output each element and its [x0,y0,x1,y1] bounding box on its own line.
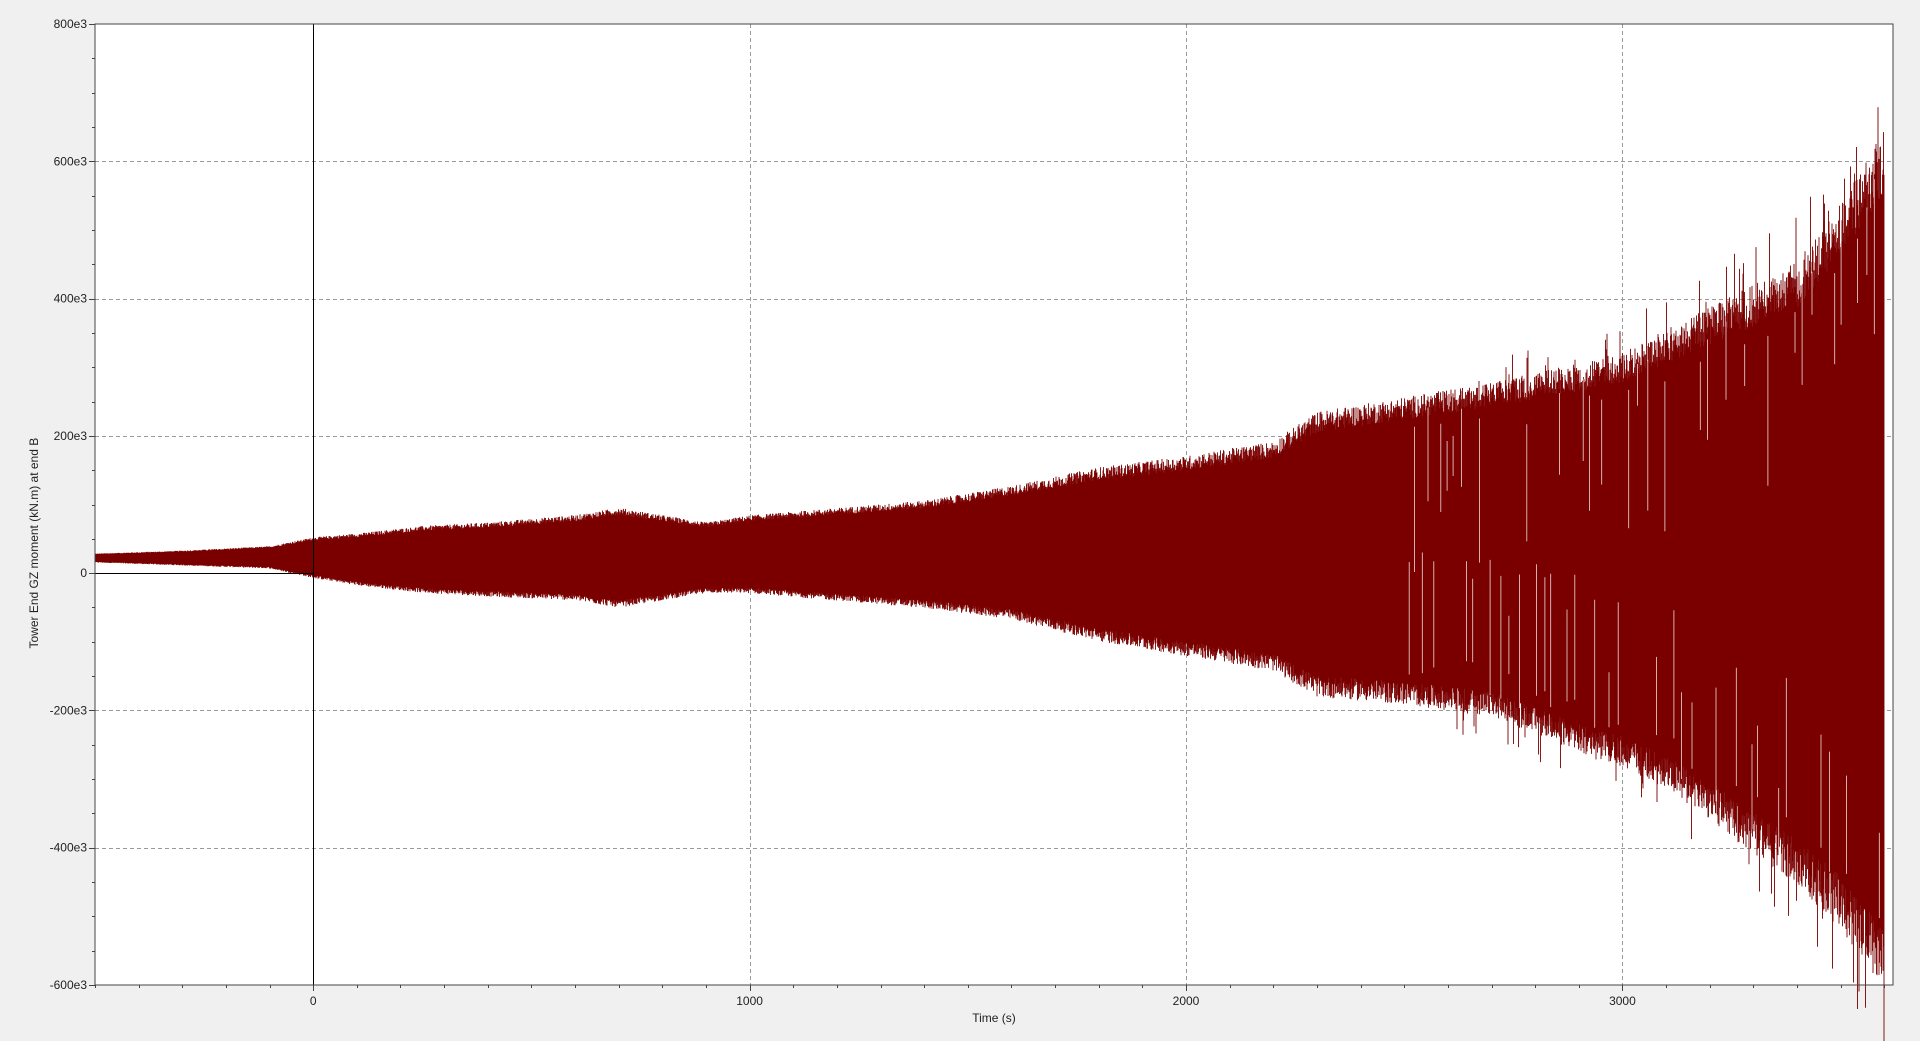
y-tick-label: -400e3 [50,841,88,855]
x-axis: 0 1000 2000 3000 [95,985,1885,1008]
chart-window: 0 1000 2000 3000 -600e3 -400e3 -200e3 0 200e3 40… [0,0,1920,1041]
y-tick-label: 200e3 [54,429,88,443]
x-tick-label: 1000 [736,994,763,1008]
y-axis-title: Tower End GZ moment (kN.m) at end B [27,438,41,649]
y-tick-label: 800e3 [54,17,88,31]
y-tick-label: 400e3 [54,292,88,306]
y-tick-label: -600e3 [50,978,88,992]
chart-canvas: 0 1000 2000 3000 -600e3 -400e3 -200e3 0 200e3 40… [27,17,1894,1041]
y-tick-label: 0 [80,566,87,580]
x-axis-title: Time (s) [972,1011,1016,1025]
x-tick-label: 2000 [1173,994,1200,1008]
y-axis: -600e3 -400e3 -200e3 0 200e3 400e3 600e3 800e3 [50,17,95,992]
y-tick-label: 600e3 [54,154,88,168]
x-tick-label: 3000 [1609,994,1636,1008]
y-tick-label: -200e3 [50,703,88,717]
x-tick-label: 0 [310,994,317,1008]
